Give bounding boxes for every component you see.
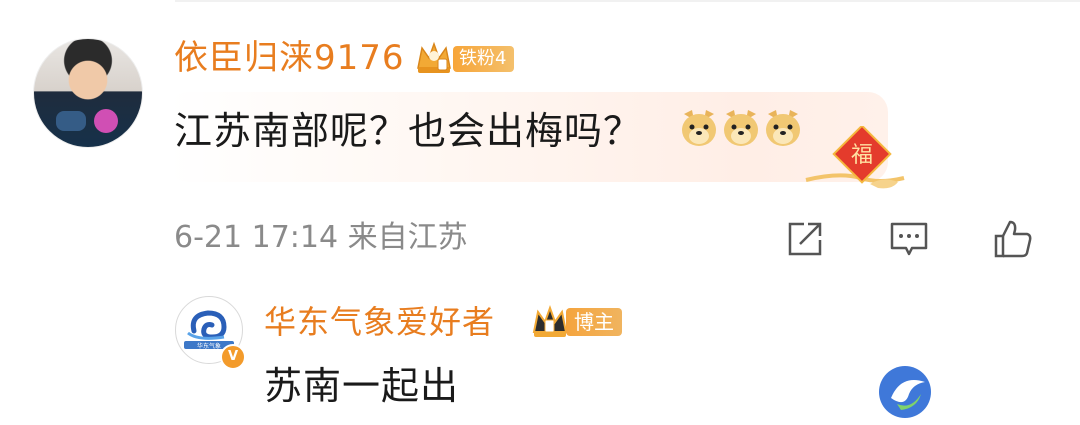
avatar-caption: 华东气象 bbox=[197, 342, 221, 350]
replier-username[interactable]: 华东气象爱好者 bbox=[264, 300, 495, 344]
like-icon[interactable] bbox=[990, 216, 1036, 262]
comment-meta: 6-21 17:14 来自江苏 bbox=[174, 220, 468, 255]
fu-decoration-icon: 福 bbox=[805, 126, 905, 189]
verified-badge: V bbox=[220, 344, 246, 370]
host-badge: 博主 bbox=[566, 308, 622, 336]
commenter-avatar[interactable] bbox=[33, 38, 143, 148]
fan-level-badge[interactable]: 铁粉4 bbox=[453, 46, 515, 72]
app-logo-icon bbox=[879, 366, 931, 418]
crown-badge-icon bbox=[417, 41, 451, 73]
doge-emoji-icon bbox=[682, 110, 716, 146]
doge-emoji-icon bbox=[724, 110, 758, 146]
reply-text: 苏南一起出 bbox=[264, 364, 460, 408]
commenter-username[interactable]: 依臣归涞9176 bbox=[174, 36, 405, 80]
fu-char: 福 bbox=[851, 143, 873, 168]
comment-text: 江苏南部呢？也会出梅吗？ bbox=[174, 109, 643, 153]
top-divider bbox=[175, 0, 1080, 2]
crown-badge-icon bbox=[532, 305, 568, 337]
share-icon[interactable] bbox=[782, 216, 828, 262]
comment-icon[interactable] bbox=[886, 216, 932, 262]
doge-emoji-icon bbox=[766, 110, 800, 146]
